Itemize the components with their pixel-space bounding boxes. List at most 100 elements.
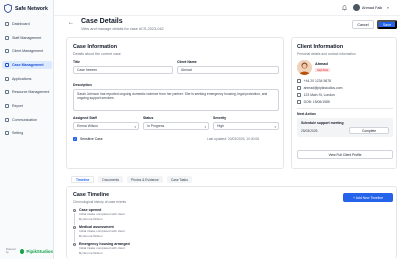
sidebar-item-applications[interactable]: Applications bbox=[2, 75, 52, 83]
client-name: Ahmad bbox=[315, 62, 328, 66]
severity-select[interactable]: High ▾ bbox=[213, 122, 279, 130]
tab-case-tasks[interactable]: Case Tasks bbox=[166, 176, 192, 183]
sidebar-item-label: Resource Management bbox=[12, 90, 50, 95]
back-arrow-icon[interactable]: ← bbox=[68, 20, 74, 26]
client-phone-value: +44 20 1234 5678 bbox=[303, 79, 332, 83]
sensitive-case-checkbox[interactable]: ✓ bbox=[73, 137, 77, 141]
page-subtitle: View and manage details for case #CS-202… bbox=[81, 27, 164, 31]
view-full-client-profile-button[interactable]: View Full Client Profile bbox=[297, 150, 393, 159]
add-new-timeline-button[interactable]: + Add New Timeline bbox=[343, 193, 393, 202]
client-dob-value: DOB: 15/06/1985 bbox=[303, 100, 330, 104]
assigned-staff-label: Assigned Staff bbox=[73, 116, 97, 120]
sidebar-item-staff-management[interactable]: Staff Management bbox=[2, 34, 52, 42]
message-icon bbox=[5, 117, 9, 122]
pipik-logo-icon bbox=[19, 248, 25, 254]
brand-name: Safe Network bbox=[15, 5, 48, 12]
severity-value: High bbox=[217, 124, 224, 128]
sidebar-item-communication[interactable]: Communication bbox=[2, 116, 52, 124]
sidebar-item-label: Case Management bbox=[12, 62, 44, 67]
brand[interactable]: Safe Network bbox=[4, 4, 48, 13]
assigned-staff-select[interactable]: Emma Wilson ▾ bbox=[73, 122, 139, 130]
save-button[interactable]: Save bbox=[377, 20, 397, 29]
severity-label: Severity bbox=[213, 116, 227, 120]
tab-documents[interactable]: Documents bbox=[98, 176, 124, 183]
bell-icon[interactable] bbox=[342, 5, 347, 11]
client-phone: +44 20 1234 5678 bbox=[297, 79, 331, 83]
chevron-down-icon: ▾ bbox=[134, 124, 136, 129]
title-field[interactable]: Case heeeen bbox=[73, 66, 173, 74]
last-updated-text: Last updated: 20/03/2025, 10:40:06 bbox=[207, 137, 260, 142]
client-dob: DOB: 15/06/1985 bbox=[297, 100, 330, 104]
folder-icon bbox=[5, 62, 9, 67]
timeline-item-author: By Emma Wilson bbox=[79, 233, 103, 238]
powered-brand: PipikStudios bbox=[26, 248, 53, 254]
mail-icon bbox=[297, 86, 301, 90]
chevron-down-icon: ▾ bbox=[204, 124, 206, 129]
status-select[interactable]: In Progress ▾ bbox=[143, 122, 209, 130]
client-email: ahmad@pipikstudios.com bbox=[297, 86, 342, 90]
tab-photos-evidence[interactable]: Photos & Evidence bbox=[127, 176, 163, 183]
powered-by-text: Powered by bbox=[6, 248, 16, 254]
sidebar-item-client-management[interactable]: Client Management bbox=[2, 47, 52, 55]
status-label: Status bbox=[143, 116, 154, 120]
client-name-label: Client Name bbox=[177, 60, 197, 64]
sidebar-item-case-management[interactable]: Case Management bbox=[2, 60, 52, 69]
calendar-icon bbox=[297, 100, 301, 104]
cancel-button[interactable]: Cancel bbox=[352, 20, 374, 29]
complete-button[interactable]: Complete bbox=[349, 127, 389, 134]
case-tabs: Timeline Documents Photos & Evidence Cas… bbox=[71, 176, 192, 183]
timeline-connector bbox=[74, 213, 75, 225]
user-name[interactable]: Ahmad Falk bbox=[362, 6, 382, 10]
topbar: Ahmad Falk ▾ bbox=[54, 0, 400, 16]
map-pin-icon bbox=[297, 93, 301, 97]
sidebar-item-label: Setting bbox=[12, 131, 24, 136]
sidebar: Safe Network Dashboard Staff Management … bbox=[0, 0, 54, 259]
timeline-item-title: Medical assessment bbox=[79, 225, 114, 229]
timeline-connector bbox=[74, 230, 75, 242]
next-action-heading: Next Action bbox=[297, 112, 316, 116]
case-information-title: Case Information bbox=[73, 44, 118, 50]
sidebar-item-label: Dashboard bbox=[12, 22, 30, 26]
powered-by: Powered by PipikStudios bbox=[6, 248, 53, 254]
title-label: Title bbox=[73, 60, 80, 64]
client-information-title: Client Information bbox=[297, 44, 344, 50]
next-action-box: Schedule support meeting 25/03/2025 Comp… bbox=[297, 118, 393, 137]
high-risk-badge: High Risk bbox=[315, 68, 331, 73]
client-avatar bbox=[297, 60, 312, 75]
user-icon bbox=[5, 49, 9, 54]
description-label: Description bbox=[73, 83, 92, 87]
timeline-item-author: By Emma Wilson bbox=[79, 216, 103, 221]
sidebar-item-report[interactable]: Report bbox=[2, 102, 52, 110]
next-action-date: 25/03/2025 bbox=[301, 128, 318, 133]
sidebar-item-label: Client Management bbox=[12, 49, 44, 54]
timeline-item-title: Case opened bbox=[79, 208, 102, 212]
client-information-card: Client Information Personal details and … bbox=[291, 37, 397, 169]
sensitive-case-label: Sensitive Case bbox=[80, 137, 103, 142]
user-avatar[interactable] bbox=[353, 4, 360, 11]
chart-icon bbox=[5, 103, 9, 108]
sidebar-item-label: Report bbox=[12, 103, 23, 108]
case-information-card: Case Information Details about the curre… bbox=[66, 37, 284, 169]
sidebar-item-dashboard[interactable]: Dashboard bbox=[2, 20, 52, 28]
tab-timeline[interactable]: Timeline bbox=[71, 176, 95, 183]
sidebar-item-label: Applications bbox=[12, 76, 32, 81]
timeline-item-title: Emergency housing arranged bbox=[79, 242, 130, 246]
page-title: Case Details bbox=[81, 18, 123, 25]
chevron-down-icon: ▾ bbox=[274, 124, 276, 129]
file-icon bbox=[5, 76, 9, 81]
client-information-subtitle: Personal details and contact information bbox=[297, 52, 356, 56]
sidebar-item-setting[interactable]: Setting bbox=[2, 129, 52, 137]
users-icon bbox=[5, 35, 9, 40]
gear-icon bbox=[5, 131, 9, 136]
chevron-down-icon[interactable]: ▾ bbox=[387, 6, 389, 10]
next-action-title: Schedule support meeting bbox=[301, 121, 344, 125]
case-information-subtitle: Details about the current case bbox=[73, 52, 121, 56]
assigned-staff-value: Emma Wilson bbox=[77, 124, 98, 128]
box-icon bbox=[5, 90, 9, 95]
client-address-value: 123 Main St, London bbox=[303, 93, 335, 97]
description-field[interactable]: Sarah Johnson has reported ongoing domes… bbox=[73, 89, 279, 111]
client-name-field[interactable]: Ahmad bbox=[177, 66, 279, 74]
sidebar-item-resource-management[interactable]: Resource Management bbox=[2, 88, 52, 96]
status-value: In Progress bbox=[147, 124, 165, 128]
client-address: 123 Main St, London bbox=[297, 93, 335, 97]
